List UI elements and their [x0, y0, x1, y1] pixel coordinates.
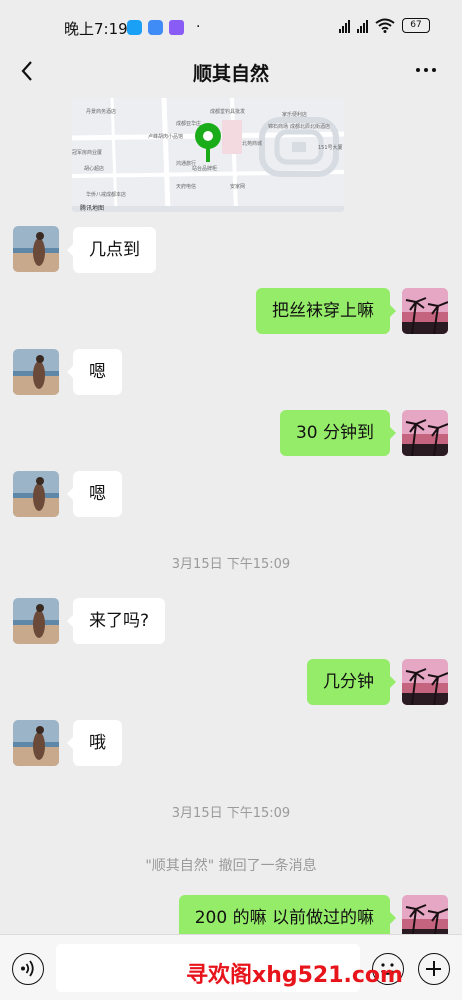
map-label: 天府电信 — [176, 183, 196, 190]
voice-icon[interactable] — [12, 953, 44, 985]
chat-header: 顺其自然 — [0, 52, 462, 92]
status-time: 晚上7:19 — [64, 20, 128, 38]
message-bubble-outgoing[interactable]: 30 分钟到 — [279, 410, 397, 456]
map-label: 胡心超店 — [84, 165, 104, 172]
message-bubble-incoming[interactable]: 哦 — [67, 720, 122, 766]
map-image: 丹景商务酒店 成都堂钓具批发 家乐便利店 成都亚华庄 锦石商场 成都北辰北街酒店… — [72, 98, 344, 212]
map-label: 丹景商务酒店 — [86, 108, 116, 115]
chat-title: 顺其自然 — [192, 63, 269, 85]
map-label: 151号大厦 — [318, 144, 343, 151]
contact-avatar-image — [13, 226, 59, 272]
message-bubble-outgoing[interactable]: 把丝袜穿上嘛 — [256, 288, 396, 334]
map-label: 家乐便利店 — [282, 111, 307, 118]
message-bubble-incoming[interactable]: 来了吗? — [66, 598, 166, 644]
message-timestamp: 3月15日 下午15:09 — [171, 557, 291, 572]
contact-avatar[interactable] — [13, 598, 59, 644]
my-avatar[interactable] — [402, 288, 448, 334]
map-label: 站台品牌柜 — [192, 165, 217, 172]
message-bubble-outgoing[interactable]: 几分钟 — [307, 659, 396, 705]
status-bar: 晚上7:19 · 67 — [0, 0, 462, 52]
message-bubble-incoming[interactable]: 嗯 — [67, 471, 122, 517]
contact-avatar-image — [13, 720, 59, 766]
map-label: 卢峰胡肉小品馆 — [148, 133, 183, 140]
my-avatar[interactable] — [402, 659, 448, 705]
contact-avatar[interactable] — [13, 226, 59, 272]
contact-avatar[interactable] — [13, 720, 59, 766]
status-indicators: 67 — [339, 18, 430, 33]
recall-notice: "顺其自然" 撤回了一条消息 — [145, 858, 317, 874]
map-label: 锦石商场 — [268, 123, 288, 130]
contact-avatar[interactable] — [13, 471, 59, 517]
my-avatar-image — [402, 288, 448, 334]
my-avatar-image — [402, 659, 448, 705]
wifi-icon — [375, 18, 395, 33]
map-label: 华侨八戒成都本店 — [86, 191, 126, 198]
message-bubble-incoming[interactable]: 几点到 — [67, 227, 156, 273]
contact-avatar-image — [13, 471, 59, 517]
status-more-dot: · — [196, 19, 201, 35]
map-provider-label: 腾讯地图 — [80, 204, 104, 212]
message-timestamp: 3月15日 下午15:09 — [171, 806, 291, 821]
more-dots-icon[interactable] — [416, 60, 442, 80]
my-avatar-image — [402, 410, 448, 456]
signal-icon — [339, 19, 350, 33]
location-map-card[interactable]: 丹景商务酒店 成都堂钓具批发 家乐便利店 成都亚华庄 锦石商场 成都北辰北街酒店… — [72, 98, 344, 212]
map-label: 北苑商城 — [242, 140, 262, 147]
app-notification-icon — [148, 19, 163, 35]
map-label: 安家网 — [230, 183, 245, 190]
watermark-text: 寻欢阁xhg521.com — [186, 963, 403, 988]
battery-icon: 67 — [402, 18, 430, 33]
status-app-icons: · — [127, 19, 200, 35]
contact-avatar[interactable] — [13, 349, 59, 395]
map-label: 成都北辰北街酒店 — [290, 123, 330, 130]
map-label: 冠军房商业厦 — [72, 149, 102, 156]
contact-avatar-image — [13, 598, 59, 644]
plus-icon[interactable] — [418, 953, 450, 985]
voice-waves-icon — [21, 960, 34, 977]
message-bubble-incoming[interactable]: 嗯 — [67, 349, 122, 395]
app-notification-icon — [169, 19, 184, 35]
app-notification-icon — [127, 19, 142, 35]
contact-avatar-image — [13, 349, 59, 395]
map-label: 成都亚华庄 — [176, 120, 201, 127]
signal-icon — [357, 19, 368, 33]
map-label: 成都堂钓具批发 — [210, 108, 245, 115]
my-avatar[interactable] — [402, 410, 448, 456]
